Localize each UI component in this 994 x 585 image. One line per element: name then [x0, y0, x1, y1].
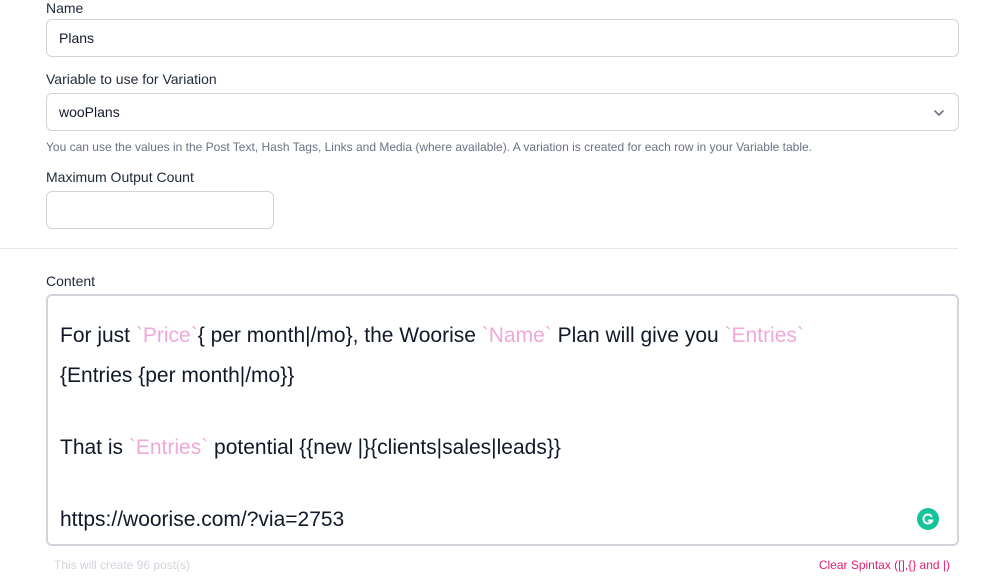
- content-text: Plan will give you: [551, 324, 725, 347]
- variable-label: Variable to use for Variation: [46, 71, 217, 87]
- variable-help-text: You can use the values in the Post Text,…: [46, 140, 812, 154]
- variable-token-entries: `Entries`: [128, 436, 209, 459]
- variable-token-name: `Name`: [481, 324, 552, 347]
- content-line-1: For just `Price`{ per month|/mo}, the Wo…: [60, 316, 945, 356]
- content-text: potential {{new |}{clients|sales|leads}}: [208, 436, 561, 459]
- content-label: Content: [46, 273, 96, 289]
- name-label: Name: [46, 0, 84, 16]
- variable-token-price: `Price`: [135, 324, 198, 347]
- content-text: { per month|/mo}, the Woorise: [197, 324, 482, 347]
- content-line-3: That is `Entries` potential {{new |}{cli…: [60, 428, 945, 468]
- variable-select[interactable]: wooPlans: [46, 93, 959, 131]
- clear-spintax-link[interactable]: Clear Spintax ([],{} and |): [819, 558, 950, 572]
- post-count-text: This will create 96 post(s): [54, 558, 191, 572]
- content-editor[interactable]: For just `Price`{ per month|/mo}, the Wo…: [46, 294, 959, 546]
- content-text: For just: [60, 324, 136, 347]
- name-input[interactable]: Plans: [46, 19, 959, 57]
- content-line-2: {Entries {per month|/mo}}: [60, 364, 295, 387]
- variable-select-value: wooPlans: [59, 104, 120, 120]
- content-line-4: https://woorise.com/?via=2753: [60, 508, 345, 531]
- max-output-label: Maximum Output Count: [46, 169, 194, 185]
- chevron-down-icon: [934, 110, 944, 116]
- section-divider: [0, 248, 958, 249]
- max-output-input[interactable]: [46, 191, 274, 229]
- content-text: That is: [60, 436, 129, 459]
- grammarly-icon[interactable]: [917, 508, 939, 530]
- variable-token-entries: `Entries`: [724, 324, 804, 347]
